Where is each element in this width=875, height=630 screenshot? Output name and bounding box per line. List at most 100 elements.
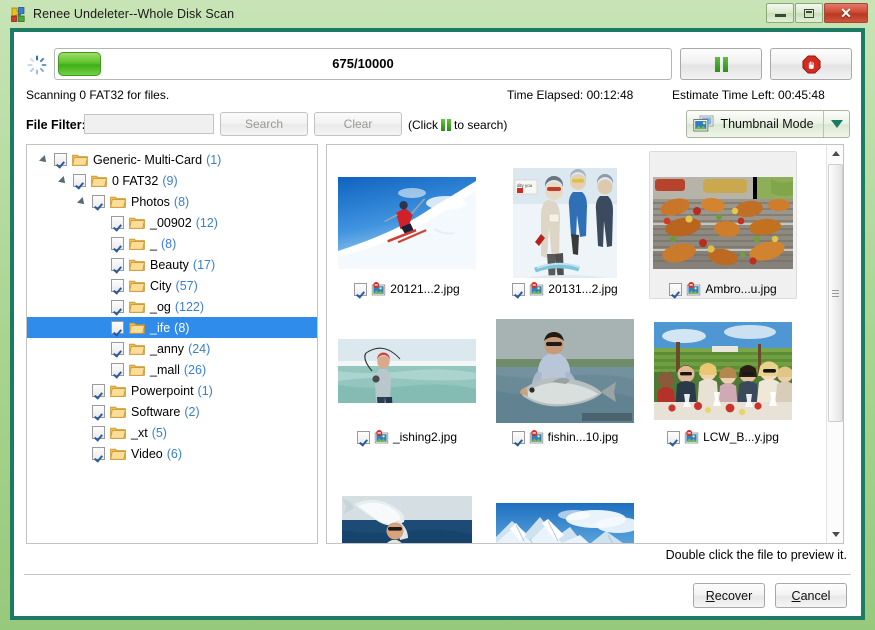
tree-item[interactable]: Software(2)	[27, 401, 317, 422]
tree-item-checkbox[interactable]	[54, 153, 67, 166]
thumbnail-image[interactable]: dity you	[495, 168, 635, 278]
tree-item-count: (1)	[198, 384, 213, 398]
tree-item-checkbox[interactable]	[111, 216, 124, 229]
tree-item[interactable]: _og(122)	[27, 296, 317, 317]
tree-item[interactable]: _xt (5)	[27, 422, 317, 443]
pause-scan-button[interactable]	[680, 48, 762, 80]
tree-item-checkbox[interactable]	[111, 342, 124, 355]
chevron-expanded-icon[interactable]	[75, 195, 88, 208]
stop-scan-button[interactable]	[770, 48, 852, 80]
chevron-expanded-icon[interactable]	[56, 174, 69, 187]
tree-item-count: (9)	[162, 174, 177, 188]
tree-item-checkbox[interactable]	[111, 300, 124, 313]
thumbnail-checkbox[interactable]	[512, 283, 525, 296]
file-filter-input[interactable]	[84, 114, 214, 134]
tree-item[interactable]: _anny(24)	[27, 338, 317, 359]
thumbnail-scrollbar[interactable]	[826, 145, 843, 543]
tree-item[interactable]: _mall(26)	[27, 359, 317, 380]
tree-item[interactable]: Video(6)	[27, 443, 317, 464]
tree-item[interactable]: City(57)	[27, 275, 317, 296]
tree-item-count: (5)	[152, 426, 167, 440]
tree-item-checkbox[interactable]	[92, 447, 105, 460]
tree-item[interactable]: Beauty(17)	[27, 254, 317, 275]
thumbnail-image[interactable]	[337, 316, 477, 426]
minimize-button[interactable]	[766, 3, 794, 23]
tree-item[interactable]: _(8)	[27, 233, 317, 254]
tree-expander-placeholder	[94, 216, 107, 229]
thumbnail-item[interactable]	[491, 447, 639, 544]
thumbnail-row: _ishing2.jpgfishin...10.jpgLCW_B...y.jpg	[333, 299, 825, 447]
chevron-down-icon[interactable]	[823, 111, 849, 137]
thumbnail-image[interactable]	[653, 168, 793, 278]
thumbnail-checkbox[interactable]	[669, 283, 682, 296]
tree-item-label: _xt	[131, 426, 148, 440]
thumbnail-item[interactable]: fishin...10.jpg	[491, 299, 639, 447]
tree-item[interactable]: Generic- Multi-Card(1)	[27, 149, 317, 170]
thumbnail-grid: 20121...2.jpgdity you20131...2.jpgAmbro.…	[327, 145, 825, 543]
scroll-down-icon[interactable]	[827, 526, 844, 543]
tree-item-checkbox[interactable]	[92, 195, 105, 208]
thumbnail-checkbox[interactable]	[357, 431, 370, 444]
maximize-icon	[804, 9, 814, 18]
tree-item-checkbox[interactable]	[111, 321, 124, 334]
tree-item-checkbox[interactable]	[111, 258, 124, 271]
tree-item[interactable]: Photos(8)	[27, 191, 317, 212]
image-file-icon	[374, 430, 389, 444]
tree-expander-placeholder	[75, 384, 88, 397]
thumbnail-panel[interactable]: 20121...2.jpgdity you20131...2.jpgAmbro.…	[326, 144, 844, 544]
footer-divider	[24, 574, 851, 575]
scrollbar-thumb[interactable]	[828, 164, 843, 422]
thumbnail-image[interactable]	[495, 482, 635, 544]
tree-item[interactable]: 0 FAT32 (9)	[27, 170, 317, 191]
tree-item-label: _	[150, 237, 157, 251]
app-puzzle-icon	[10, 6, 26, 22]
tree-item[interactable]: _00902(12)	[27, 212, 317, 233]
search-button[interactable]: Search	[220, 112, 308, 136]
folder-icon	[129, 321, 145, 334]
tree-item-checkbox[interactable]	[111, 237, 124, 250]
thumbnail-item[interactable]: _ishing2.jpg	[333, 299, 481, 447]
tree-item-count: (1)	[206, 153, 221, 167]
clear-button[interactable]: Clear	[314, 112, 402, 136]
recover-button[interactable]: Recover	[693, 583, 765, 608]
scroll-up-icon[interactable]	[827, 145, 844, 162]
folder-tree-panel[interactable]: Generic- Multi-Card(1) 0 FAT32 (9) Photos(8…	[26, 144, 318, 544]
chevron-expanded-icon[interactable]	[37, 153, 50, 166]
tree-expander-placeholder	[94, 237, 107, 250]
thumbnail-image[interactable]	[337, 482, 477, 544]
thumbnail-checkbox[interactable]	[512, 431, 525, 444]
tree-item[interactable]: Powerpoint(1)	[27, 380, 317, 401]
folder-icon	[110, 405, 126, 418]
tree-item-checkbox[interactable]	[92, 426, 105, 439]
image-file-icon	[529, 430, 544, 444]
thumbnail-item[interactable]: dity you20131...2.jpg	[491, 151, 639, 299]
thumbnail-image[interactable]	[653, 316, 793, 426]
thumbnail-item[interactable]: LCW_B...y.jpg	[649, 299, 797, 447]
tree-item-checkbox[interactable]	[111, 363, 124, 376]
tree-item-checkbox[interactable]	[73, 174, 86, 187]
titlebar[interactable]: Renee Undeleter--Whole Disk Scan ✕	[0, 0, 875, 28]
pause-icon	[441, 119, 451, 131]
tree-item-label: _ife	[150, 321, 170, 335]
close-button[interactable]: ✕	[824, 3, 868, 23]
tree-expander-placeholder	[75, 426, 88, 439]
tree-item-count: (26)	[184, 363, 206, 377]
tree-item-label: 0 FAT32	[112, 174, 158, 188]
tree-item-checkbox[interactable]	[92, 405, 105, 418]
thumbnail-item[interactable]: 20121...2.jpg	[333, 151, 481, 299]
tree-item-checkbox[interactable]	[92, 384, 105, 397]
thumbnail-item[interactable]: Ambro...u.jpg	[649, 151, 797, 299]
search-hint-suffix: to search)	[454, 118, 507, 132]
thumbnail-image[interactable]	[337, 168, 477, 278]
thumbnail-item[interactable]	[333, 447, 481, 544]
view-mode-dropdown[interactable]: Thumbnail Mode	[686, 110, 850, 138]
cancel-button[interactable]: Cancel	[775, 583, 847, 608]
thumbnail-row	[333, 447, 825, 544]
tree-item-checkbox[interactable]	[111, 279, 124, 292]
thumbnail-checkbox[interactable]	[354, 283, 367, 296]
tree-item[interactable]: _ife(8)	[27, 317, 317, 338]
time-elapsed-label: Time Elapsed: 00:12:48	[507, 88, 633, 102]
maximize-button[interactable]	[795, 3, 823, 23]
thumbnail-checkbox[interactable]	[667, 431, 680, 444]
thumbnail-image[interactable]	[495, 316, 635, 426]
